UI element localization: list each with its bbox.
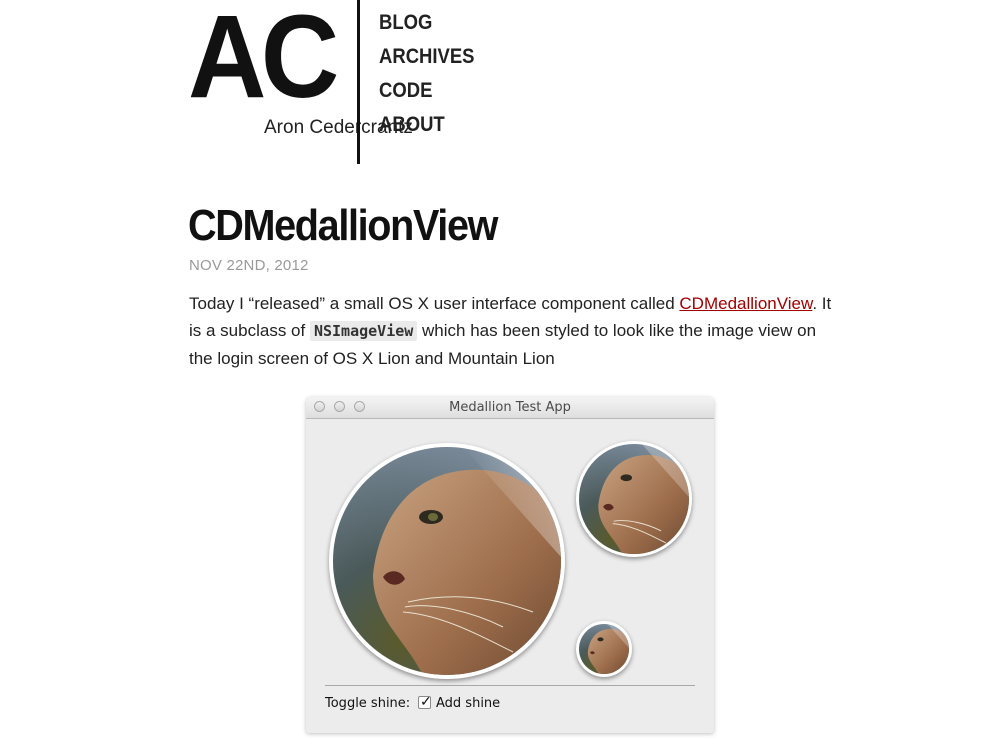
cougar-image-medium [579,444,689,554]
nav-about[interactable]: ABOUT [379,112,445,138]
cdmedallionview-link[interactable]: CDMedallionView [679,294,812,313]
app-window-screenshot: Medallion Test App Toggle shine: ✓ Add s… [306,397,714,733]
medallion-medium[interactable] [576,441,692,557]
body-text-1: Today I “released” a small OS X user int… [189,294,680,313]
header-divider [357,0,360,164]
nav-blog[interactable]: BLOG [379,10,432,36]
inline-code: NSImageView [309,321,418,341]
cougar-image-small [579,624,629,674]
toggle-shine-label: Toggle shine: [325,696,411,711]
post-date: NOV 22ND, 2012 [189,257,309,274]
site-logo[interactable]: AC [188,0,339,116]
nav-code[interactable]: CODE [379,78,432,104]
cougar-image-large [333,447,561,675]
window-title: Medallion Test App [449,400,571,415]
add-shine-label[interactable]: Add shine [436,696,500,711]
nav-archives[interactable]: ARCHIVES [379,44,475,70]
post-body: Today I “released” a small OS X user int… [189,290,839,372]
medallion-small[interactable] [576,621,632,677]
add-shine-checkbox[interactable]: ✓ [418,693,432,709]
window-titlebar: Medallion Test App [306,397,714,419]
medallion-large[interactable] [329,443,565,679]
main-nav: BLOG ARCHIVES CODE ABOUT [379,10,488,146]
checkmark-icon: ✓ [420,693,432,709]
window-separator [325,685,695,686]
post-title: CDMedallionView [188,201,498,250]
